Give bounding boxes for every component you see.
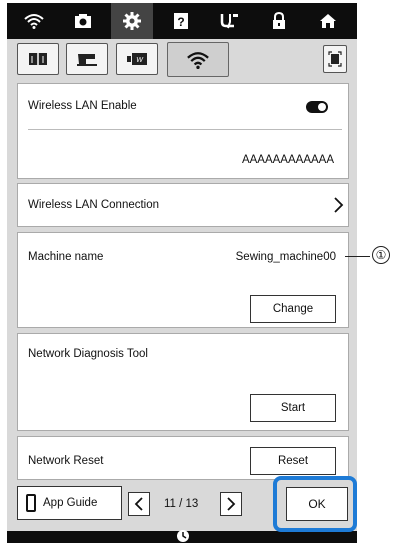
- screen-frame-icon[interactable]: [323, 45, 347, 73]
- network-reset-label: Network Reset: [28, 455, 104, 467]
- panel-divider: [28, 129, 342, 130]
- app-guide-label: App Guide: [43, 497, 98, 509]
- settings-tabs: W: [7, 39, 357, 79]
- tab-wifi-icon[interactable]: [167, 42, 229, 77]
- gear-icon[interactable]: [111, 3, 153, 39]
- change-button[interactable]: Change: [250, 295, 336, 323]
- help-icon[interactable]: ?: [160, 3, 202, 39]
- needle-icon[interactable]: [209, 3, 251, 39]
- wireless-lan-connection-row[interactable]: Wireless LAN Connection: [17, 183, 349, 227]
- reset-button[interactable]: Reset: [250, 447, 336, 475]
- top-toolbar: ?: [7, 3, 357, 39]
- previous-page-button[interactable]: [128, 492, 150, 516]
- wireless-lan-enable-label: Wireless LAN Enable: [28, 100, 137, 112]
- app-guide-button[interactable]: App Guide: [17, 486, 122, 520]
- home-icon[interactable]: [307, 3, 349, 39]
- tab-sewing-machine-icon[interactable]: [66, 43, 108, 75]
- phone-icon: [26, 494, 36, 512]
- machine-name-panel: Machine name Sewing_machine00 Change: [17, 232, 349, 328]
- callout-leader-line: [345, 256, 370, 257]
- page-indicator: 11 / 13: [164, 498, 199, 510]
- callout-number: ①: [372, 246, 390, 264]
- wireless-lan-toggle[interactable]: [306, 101, 328, 113]
- svg-text:?: ?: [177, 15, 184, 29]
- wireless-lan-connection-label: Wireless LAN Connection: [28, 199, 160, 211]
- toggle-knob: [318, 103, 326, 111]
- network-diagnosis-panel: Network Diagnosis Tool Start: [17, 333, 349, 431]
- lock-icon[interactable]: [258, 3, 300, 39]
- next-page-button[interactable]: [220, 492, 242, 516]
- ssid-value: AAAAAAAAAAAA: [241, 154, 334, 166]
- camera-icon[interactable]: [62, 3, 104, 39]
- ok-highlight-frame: [273, 476, 357, 532]
- machine-name-label: Machine name: [28, 251, 104, 263]
- machine-screen: ? W Wireless LAN Enable AAAAAAAAAAAA Wir…: [7, 3, 357, 543]
- chevron-right-icon: [332, 196, 344, 219]
- start-button[interactable]: Start: [250, 394, 336, 422]
- machine-name-value: Sewing_machine00: [235, 251, 336, 263]
- tab-embroidery-icon[interactable]: W: [116, 43, 158, 75]
- network-diagnosis-label: Network Diagnosis Tool: [28, 348, 148, 360]
- chevron-left-icon: [134, 497, 143, 511]
- tab-book-icon[interactable]: [17, 43, 59, 75]
- wireless-lan-panel: Wireless LAN Enable AAAAAAAAAAAA: [17, 83, 349, 179]
- chevron-right-icon: [227, 497, 236, 511]
- bottom-status-strip: [7, 530, 357, 543]
- clock-icon: [176, 529, 190, 548]
- network-reset-panel: Network Reset Reset: [17, 436, 349, 480]
- wifi-icon[interactable]: [13, 3, 55, 39]
